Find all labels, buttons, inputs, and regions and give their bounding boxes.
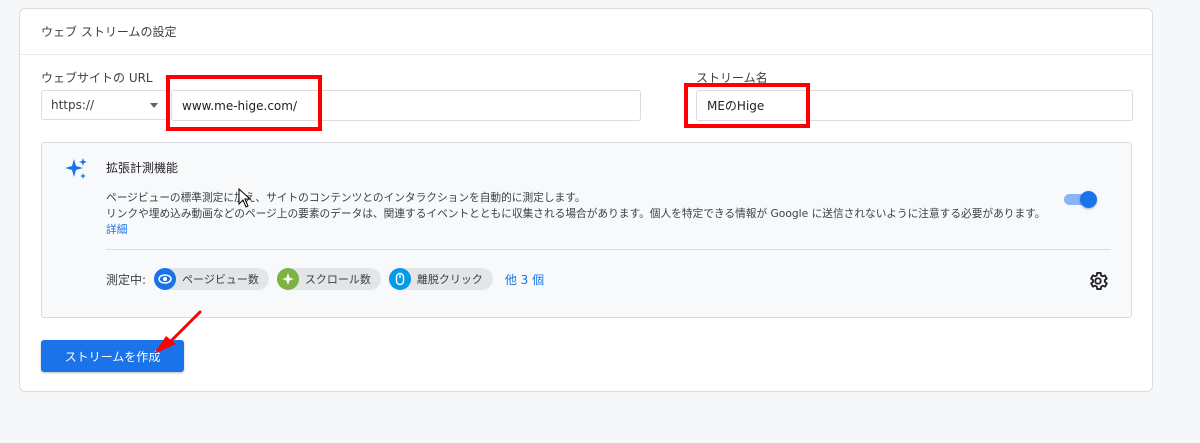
- protocol-select[interactable]: https://: [41, 90, 167, 120]
- enhanced-measurement-toggle[interactable]: [1064, 191, 1097, 208]
- measuring-label: 測定中:: [106, 272, 147, 287]
- more-events-link[interactable]: 他 3 個: [505, 271, 544, 288]
- mouse-icon: [388, 268, 411, 290]
- stream-name-value: MEのHige: [707, 99, 765, 113]
- chip-scrolls: スクロール数: [276, 268, 381, 290]
- details-link[interactable]: 詳細: [106, 223, 127, 236]
- chip-label: ページビュー数: [182, 273, 259, 286]
- card-header: ウェブ ストリームの設定: [20, 9, 1152, 55]
- card-title: ウェブ ストリームの設定: [41, 25, 177, 39]
- enhanced-measurement-panel: 拡張計測機能 ページビューの標準測定に加え、サイトのコンテンツとのインタラクショ…: [41, 142, 1132, 318]
- toggle-thumb: [1080, 191, 1097, 208]
- website-url-label: ウェブサイトの URL: [41, 71, 153, 85]
- website-url-value: www.me-hige.com/: [182, 98, 297, 113]
- eye-icon: [154, 268, 177, 290]
- sparkle-icon: [65, 158, 87, 179]
- website-url-input[interactable]: www.me-hige.com/: [171, 90, 641, 121]
- panel-divider: [106, 249, 1111, 250]
- page: ウェブ ストリームの設定 ウェブサイトの URL https:// www.me…: [0, 0, 1200, 443]
- gear-icon[interactable]: [1087, 270, 1109, 292]
- web-stream-settings-card: ウェブ ストリームの設定 ウェブサイトの URL https:// www.me…: [19, 8, 1153, 392]
- stream-name-label: ストリーム名: [696, 71, 768, 85]
- measuring-row: 測定中: ページビュー数 スクロール数 離脱クリック 他 3 個: [106, 268, 544, 290]
- protocol-selected-value: https://: [51, 98, 95, 112]
- chip-label: スクロール数: [304, 273, 371, 286]
- create-stream-button[interactable]: ストリームを作成: [41, 340, 184, 372]
- chip-label: 離脱クリック: [416, 273, 483, 286]
- compass-icon: [276, 268, 299, 290]
- enhanced-measurement-description: ページビューの標準測定に加え、サイトのコンテンツとのインタラクションを自動的に測…: [106, 190, 1045, 238]
- dropdown-caret-icon: [150, 103, 158, 108]
- description-line-2: リンクや埋め込み動画などのページ上の要素のデータは、関連するイベントとともに収集…: [106, 207, 1046, 220]
- stream-name-input[interactable]: MEのHige: [696, 90, 1133, 121]
- chip-page-views: ページビュー数: [154, 268, 269, 290]
- enhanced-measurement-title: 拡張計測機能: [106, 161, 179, 175]
- chip-outbound-clicks: 離脱クリック: [388, 268, 493, 290]
- description-line-1: ページビューの標準測定に加え、サイトのコンテンツとのインタラクションを自動的に測…: [106, 191, 586, 204]
